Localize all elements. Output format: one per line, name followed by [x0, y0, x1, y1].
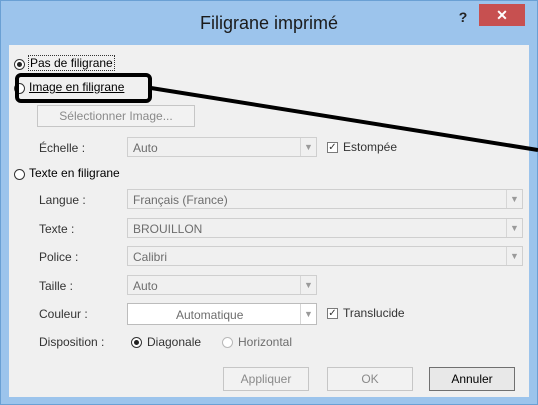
callout-line — [150, 86, 538, 152]
callout-pointer — [150, 86, 538, 152]
